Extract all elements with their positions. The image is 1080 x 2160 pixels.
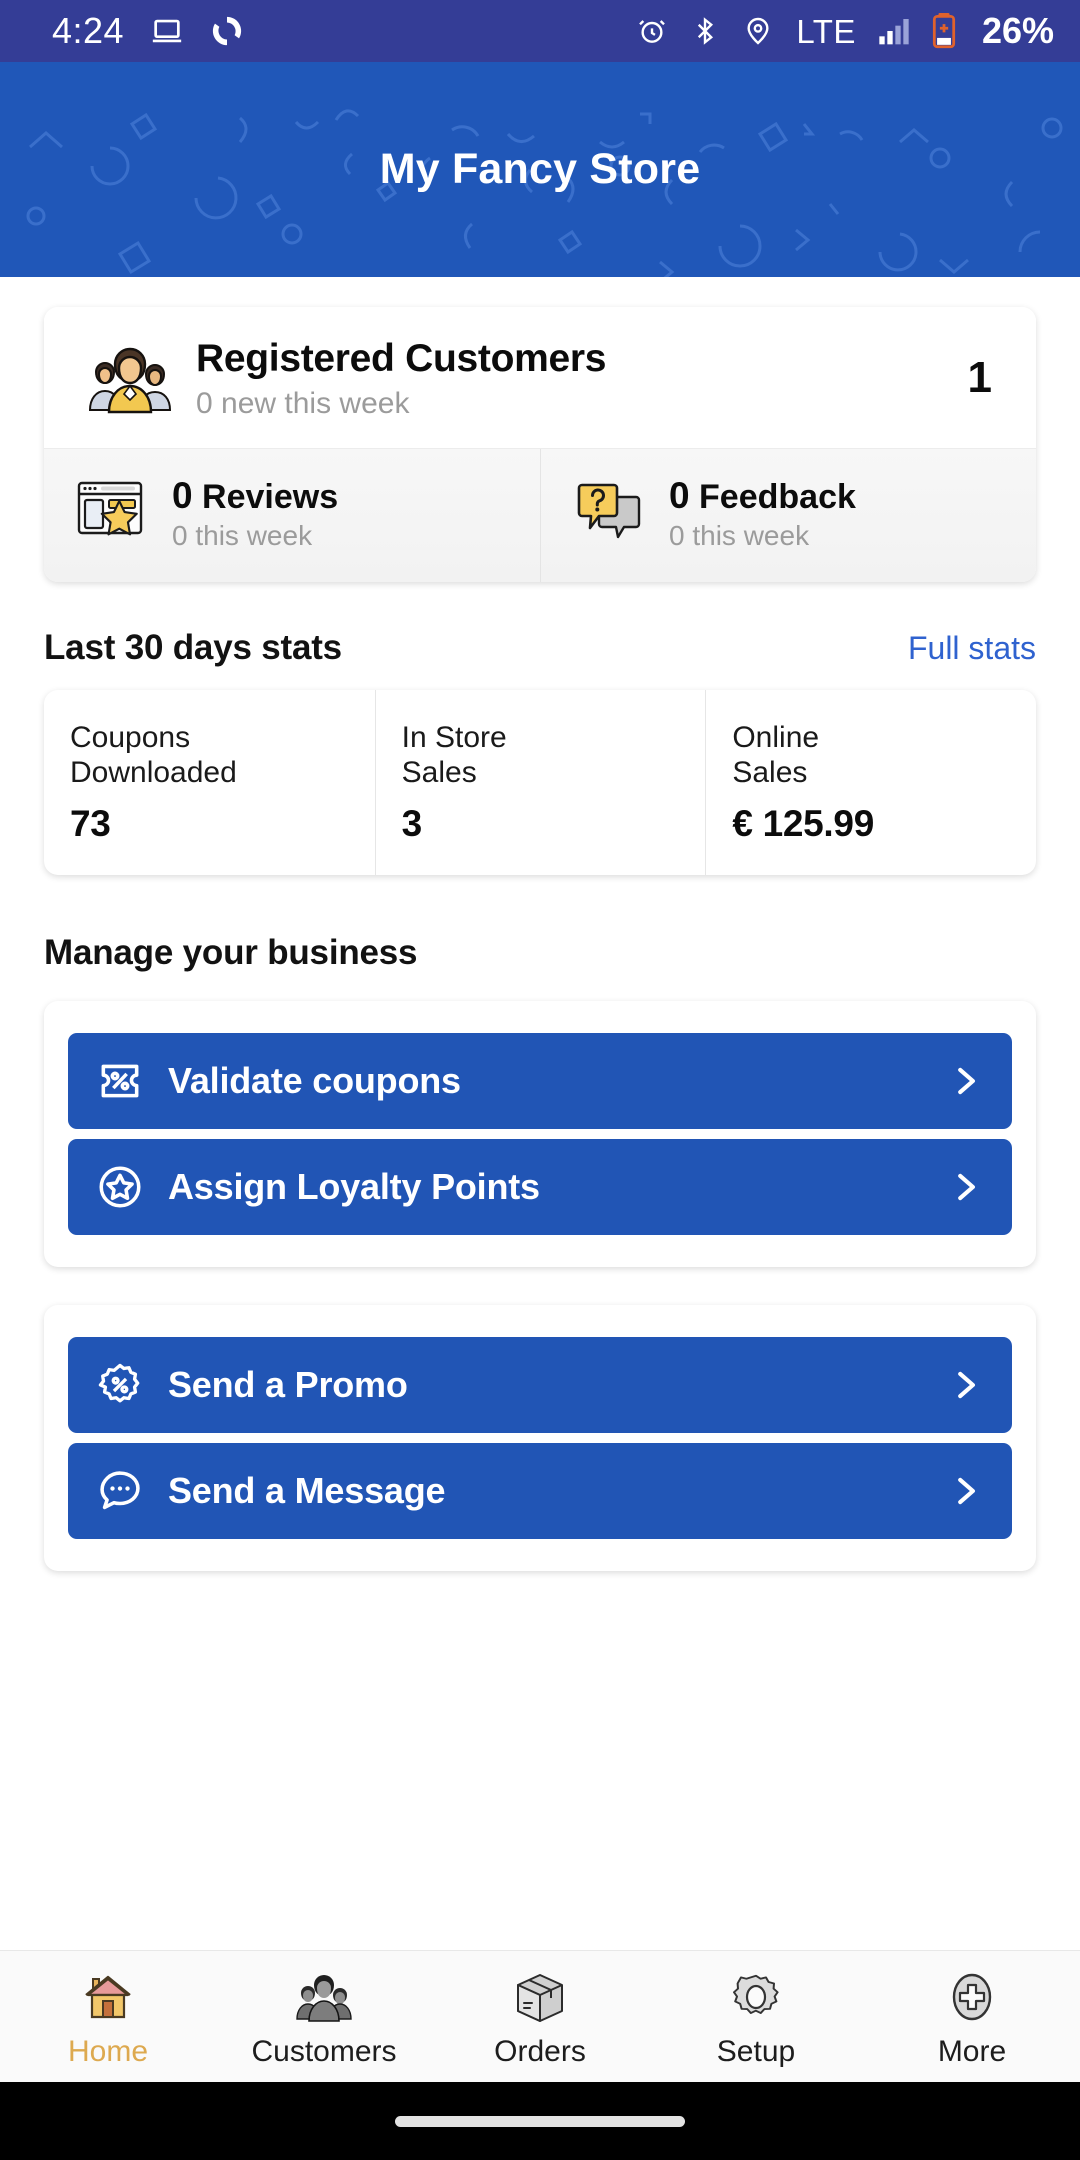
home-gesture-pill[interactable] xyxy=(395,2115,685,2127)
nav-label-customers: Customers xyxy=(251,2034,397,2068)
stat-value: € 125.99 xyxy=(732,802,874,844)
send-a-message-button[interactable]: Send a Message xyxy=(68,1442,1012,1539)
feedback-title: 0 Feedback xyxy=(669,475,856,518)
setup-gear-icon xyxy=(728,1965,784,2029)
registered-customers-subtitle: 0 new this week xyxy=(196,386,410,420)
registered-customers-texts: Registered Customers 0 new this week xyxy=(182,337,950,420)
reviews-subtitle: 0 this week xyxy=(172,520,313,552)
battery-icon xyxy=(932,13,956,49)
chevron-right-icon xyxy=(946,1366,984,1404)
nav-label-home: Home xyxy=(67,2034,149,2068)
nav-label-setup: Setup xyxy=(716,2034,796,2068)
nav-item-orders[interactable]: Orders xyxy=(432,1965,648,2069)
registered-customers-card[interactable]: Registered Customers 0 new this week 1 0… xyxy=(44,307,1036,583)
manage-section-title: Manage your business xyxy=(44,932,418,972)
reviews-title: 0 Reviews xyxy=(172,475,338,518)
feedback-texts: 0 Feedback 0 this week xyxy=(655,475,856,552)
laptop-icon xyxy=(150,14,184,48)
stat-label-line2: Sales xyxy=(732,756,808,790)
feedback-label: Feedback xyxy=(699,477,856,516)
battery-percent-label: 26% xyxy=(981,10,1054,51)
stats-card: Coupons Downloaded 73 In Store Sales 3 O… xyxy=(44,690,1036,875)
app-screen: 4:24 LTE 26% My Fancy Store Registered C… xyxy=(0,0,1080,2160)
coupon-ticket-percent-icon xyxy=(94,1055,146,1107)
bottom-navigation-bar: Home Customers Orders Setup More xyxy=(0,1950,1080,2082)
full-stats-link[interactable]: Full stats xyxy=(908,630,1036,667)
stat-label-line2: Downloaded xyxy=(70,756,237,790)
chevron-right-icon xyxy=(946,1062,984,1100)
orders-box-icon xyxy=(512,1965,568,2029)
validate-coupons-label: Validate coupons xyxy=(168,1059,461,1101)
review-page-star-icon xyxy=(72,477,158,549)
nav-item-home[interactable]: Home xyxy=(0,1965,216,2069)
stat-in-store-sales[interactable]: In Store Sales 3 xyxy=(374,690,706,875)
status-bar-right: LTE 26% xyxy=(636,13,1054,49)
nav-item-customers[interactable]: Customers xyxy=(216,1965,432,2069)
feedback-subtitle: 0 this week xyxy=(669,520,810,552)
assign-loyalty-points-button[interactable]: Assign Loyalty Points xyxy=(68,1138,1012,1235)
stat-label-line2: Sales xyxy=(401,756,477,790)
status-bar: 4:24 LTE 26% xyxy=(0,0,1080,62)
home-icon xyxy=(80,1965,136,2029)
location-icon xyxy=(742,15,774,47)
main-content: Registered Customers 0 new this week 1 0… xyxy=(0,277,1080,1950)
stat-value: 3 xyxy=(401,802,423,844)
validate-coupons-button[interactable]: Validate coupons xyxy=(68,1032,1012,1129)
app-header: My Fancy Store xyxy=(0,62,1080,277)
manage-group-coupons: Validate coupons Assign Loyalty Points xyxy=(44,1000,1036,1267)
stat-label-line1: Coupons xyxy=(70,721,191,755)
star-circle-icon xyxy=(94,1161,146,1213)
reviews-count: 0 xyxy=(172,474,193,516)
feedback-cell[interactable]: 0 Feedback 0 this week xyxy=(540,448,1036,583)
status-bar-left: 4:24 xyxy=(52,13,244,49)
people-group-icon xyxy=(78,338,182,418)
registered-customers-title: Registered Customers xyxy=(196,337,607,380)
speech-bubbles-question-icon xyxy=(569,477,655,549)
stat-coupons-downloaded[interactable]: Coupons Downloaded 73 xyxy=(44,690,375,875)
reviews-cell[interactable]: 0 Reviews 0 this week xyxy=(44,448,540,583)
stats-section-title: Last 30 days stats xyxy=(44,628,342,668)
stat-label-line1: Online xyxy=(732,721,820,755)
promo-badge-percent-icon xyxy=(94,1359,146,1411)
chevron-right-icon xyxy=(946,1168,984,1206)
nav-item-setup[interactable]: Setup xyxy=(648,1965,864,2069)
status-bar-clock: 4:24 xyxy=(52,10,125,51)
signal-icon xyxy=(878,17,910,45)
system-navigation-bar xyxy=(0,2082,1080,2160)
stat-value: 73 xyxy=(70,802,111,844)
nav-item-more[interactable]: More xyxy=(864,1965,1080,2069)
stats-section-header: Last 30 days stats Full stats xyxy=(44,628,1036,668)
manage-group-communication: Send a Promo Send a Message xyxy=(44,1304,1036,1571)
nav-label-more: More xyxy=(937,2034,1007,2068)
stat-label-line1: In Store xyxy=(401,721,507,755)
feedback-count: 0 xyxy=(669,474,690,516)
send-a-message-label: Send a Message xyxy=(168,1469,446,1511)
nav-label-orders: Orders xyxy=(494,2034,586,2068)
chat-bubble-dots-icon xyxy=(94,1465,146,1517)
more-plus-circle-icon xyxy=(944,1965,1000,2029)
sync-icon xyxy=(210,14,244,48)
bluetooth-icon xyxy=(690,16,720,46)
store-title: My Fancy Store xyxy=(379,145,701,193)
send-a-promo-label: Send a Promo xyxy=(168,1363,408,1405)
assign-loyalty-points-label: Assign Loyalty Points xyxy=(168,1165,540,1207)
send-a-promo-button[interactable]: Send a Promo xyxy=(68,1336,1012,1433)
reviews-texts: 0 Reviews 0 this week xyxy=(158,475,338,552)
customers-people-icon xyxy=(295,1965,353,2029)
mini-stats-row: 0 Reviews 0 this week 0 Feedback 0 this … xyxy=(44,447,1036,583)
reviews-label: Reviews xyxy=(202,477,339,516)
stat-online-sales[interactable]: Online Sales € 125.99 xyxy=(705,690,1036,875)
alarm-icon xyxy=(636,15,668,47)
registered-customers-count: 1 xyxy=(967,353,992,403)
chevron-right-icon xyxy=(946,1472,984,1510)
network-type-label: LTE xyxy=(796,12,856,50)
registered-customers-summary: Registered Customers 0 new this week 1 xyxy=(44,307,1036,448)
